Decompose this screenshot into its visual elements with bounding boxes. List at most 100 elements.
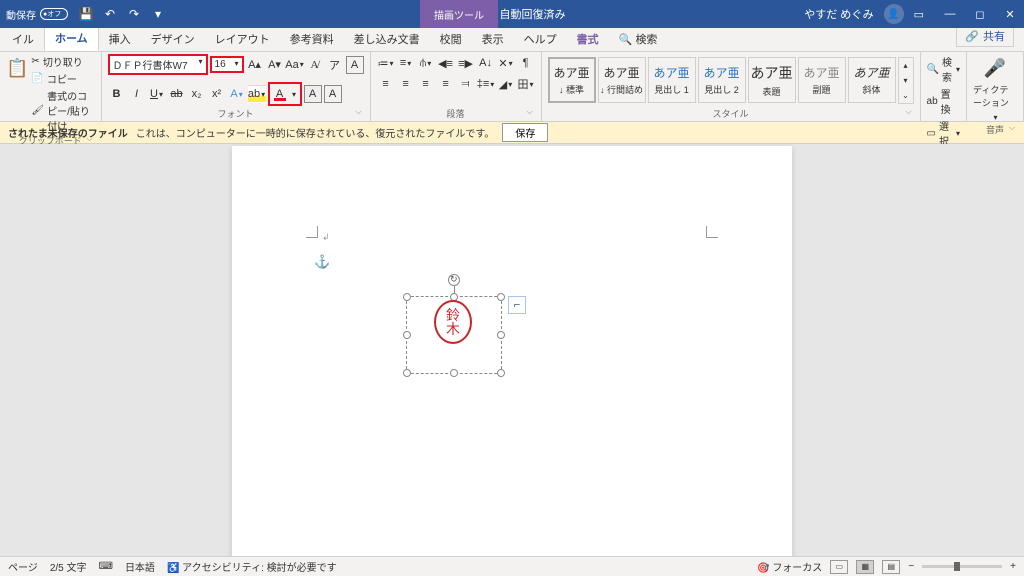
style-emphasis[interactable]: あア亜斜体 <box>848 57 896 103</box>
tab-home[interactable]: ホーム <box>44 25 99 51</box>
shading-icon[interactable]: ◢▾ <box>497 75 515 93</box>
char-shading-icon[interactable]: A <box>304 85 322 103</box>
clear-format-icon[interactable]: A̸ <box>306 56 324 74</box>
style-title[interactable]: あア亜表題 <box>748 57 796 103</box>
italic-button[interactable]: I <box>128 85 146 103</box>
replace-button[interactable]: ab 置換 <box>927 86 960 116</box>
underline-button[interactable]: U▾ <box>148 85 166 103</box>
align-center-icon[interactable]: ≡ <box>397 75 415 93</box>
superscript-button[interactable]: x² <box>208 85 226 103</box>
status-wordcount[interactable]: 2/5 文字 <box>50 559 87 574</box>
multilevel-icon[interactable]: ⫛▾ <box>417 54 435 72</box>
search-box[interactable]: 🔍 検索 <box>609 27 668 51</box>
layout-options-button[interactable]: ⌐ <box>508 296 526 314</box>
zoom-in-button[interactable]: + <box>1010 561 1016 572</box>
font-color-button[interactable]: A <box>271 85 289 103</box>
find-button[interactable]: 🔍 検索 ▾ <box>927 54 960 84</box>
style-heading2[interactable]: あア亜見出し 2 <box>698 57 746 103</box>
style-heading1[interactable]: あア亜見出し 1 <box>648 57 696 103</box>
tab-view[interactable]: 表示 <box>472 27 514 51</box>
tab-help[interactable]: ヘルプ <box>514 27 567 51</box>
autosave-toggle[interactable]: 動保存 ● オフ <box>6 7 68 22</box>
styles-more[interactable]: ▴▾⌄ <box>898 57 914 104</box>
close-button[interactable]: ✕ <box>1002 8 1018 21</box>
tab-format[interactable]: 書式 <box>567 27 609 51</box>
tab-mailings[interactable]: 差し込み文書 <box>344 27 430 51</box>
maximize-button[interactable]: ◻ <box>972 8 988 21</box>
save-icon[interactable]: 💾 <box>78 6 94 22</box>
tab-insert[interactable]: 挿入 <box>99 27 141 51</box>
status-language[interactable]: 日本語 <box>125 559 155 574</box>
rotate-handle[interactable] <box>448 274 460 286</box>
zoom-out-button[interactable]: − <box>908 561 914 572</box>
numbering-icon[interactable]: ≡▾ <box>397 54 415 72</box>
cut-button[interactable]: ✂ 切り取り <box>31 54 94 69</box>
shrink-font-icon[interactable]: A▾ <box>266 56 284 74</box>
decrease-indent-icon[interactable]: ◀≡ <box>437 54 455 72</box>
borders-icon[interactable]: 田▾ <box>517 75 535 93</box>
style-subtitle[interactable]: あア亜副題 <box>798 57 846 103</box>
resize-handle[interactable] <box>497 293 505 301</box>
asian-layout-icon[interactable]: ✕▾ <box>497 54 515 72</box>
group-label-voice: 音声 <box>973 122 1017 137</box>
char-border-icon[interactable]: A <box>324 85 342 103</box>
paste-button[interactable]: 📋 <box>6 54 28 79</box>
anchor-icon[interactable]: ⚓ <box>314 254 330 270</box>
resize-handle[interactable] <box>403 331 411 339</box>
bold-button[interactable]: B <box>108 85 126 103</box>
font-name-combo[interactable]: ＤＦＰ行書体W7▾ <box>108 54 208 75</box>
qat-dropdown-icon[interactable]: ▾ <box>150 6 166 22</box>
undo-icon[interactable]: ↶ <box>102 6 118 22</box>
minimize-button[interactable]: — <box>942 8 958 21</box>
tab-layout[interactable]: レイアウト <box>205 27 280 51</box>
strike-button[interactable]: ab <box>168 85 186 103</box>
align-left-icon[interactable]: ≡ <box>377 75 395 93</box>
dictate-button[interactable]: 🎤 ディクテーション ▾ <box>973 54 1017 122</box>
line-spacing-icon[interactable]: ‡≡▾ <box>477 75 495 93</box>
copy-button[interactable]: 📄 コピー <box>31 71 94 86</box>
tab-review[interactable]: 校閲 <box>430 27 472 51</box>
resize-handle[interactable] <box>450 369 458 377</box>
style-nospacing[interactable]: あア亜↓ 行間詰め <box>598 57 646 103</box>
focus-mode-button[interactable]: 🎯 フォーカス <box>757 559 822 574</box>
keyboard-icon[interactable]: ⌨ <box>99 561 113 572</box>
tab-design[interactable]: デザイン <box>141 27 205 51</box>
tab-file[interactable]: イル <box>2 27 44 51</box>
subscript-button[interactable]: x₂ <box>188 85 206 103</box>
status-accessibility[interactable]: ♿ アクセシビリティ: 検討が必要です <box>167 559 337 574</box>
view-read-icon[interactable]: ▭ <box>830 560 848 574</box>
grow-font-icon[interactable]: A▴ <box>246 56 264 74</box>
redo-icon[interactable]: ↷ <box>126 6 142 22</box>
selected-shape[interactable]: 鈴 木 ⌐ <box>406 274 502 374</box>
stamp-oval[interactable]: 鈴 木 <box>434 300 472 344</box>
view-print-icon[interactable]: ▦ <box>856 560 874 574</box>
info-bar-save-button[interactable]: 保存 <box>502 123 548 142</box>
sort-icon[interactable]: A↓ <box>477 54 495 72</box>
change-case-icon[interactable]: Aa▾ <box>286 56 304 74</box>
justify-icon[interactable]: ≡ <box>437 75 455 93</box>
resize-handle[interactable] <box>403 369 411 377</box>
page[interactable]: ↲ ⚓ 鈴 木 ⌐ <box>232 146 792 556</box>
tab-references[interactable]: 参考資料 <box>280 27 344 51</box>
font-size-combo[interactable]: 16▾ <box>210 56 244 73</box>
distribute-icon[interactable]: ⫤ <box>457 75 475 93</box>
highlight-icon[interactable]: ab▾ <box>248 85 266 103</box>
bullets-icon[interactable]: ≔▾ <box>377 54 395 72</box>
resize-handle[interactable] <box>497 331 505 339</box>
user-avatar-icon[interactable]: 👤 <box>884 4 904 24</box>
resize-handle[interactable] <box>497 369 505 377</box>
status-page[interactable]: ページ <box>8 559 38 574</box>
zoom-slider[interactable] <box>922 565 1002 568</box>
increase-indent-icon[interactable]: ≡▶ <box>457 54 475 72</box>
resize-handle[interactable] <box>403 293 411 301</box>
enclose-char-icon[interactable]: A <box>346 56 364 74</box>
text-effects-icon[interactable]: A▾ <box>228 85 246 103</box>
align-right-icon[interactable]: ≡ <box>417 75 435 93</box>
document-canvas[interactable]: ↲ ⚓ 鈴 木 ⌐ <box>0 144 1024 556</box>
view-web-icon[interactable]: ▤ <box>882 560 900 574</box>
font-color-dropdown[interactable]: ▾ <box>289 85 299 103</box>
phonetic-guide-icon[interactable]: ア <box>326 56 344 74</box>
show-marks-icon[interactable]: ¶ <box>517 54 535 72</box>
style-normal[interactable]: あア亜↓ 標準 <box>548 57 596 103</box>
ribbon-options-icon[interactable]: ▭ <box>914 8 924 21</box>
